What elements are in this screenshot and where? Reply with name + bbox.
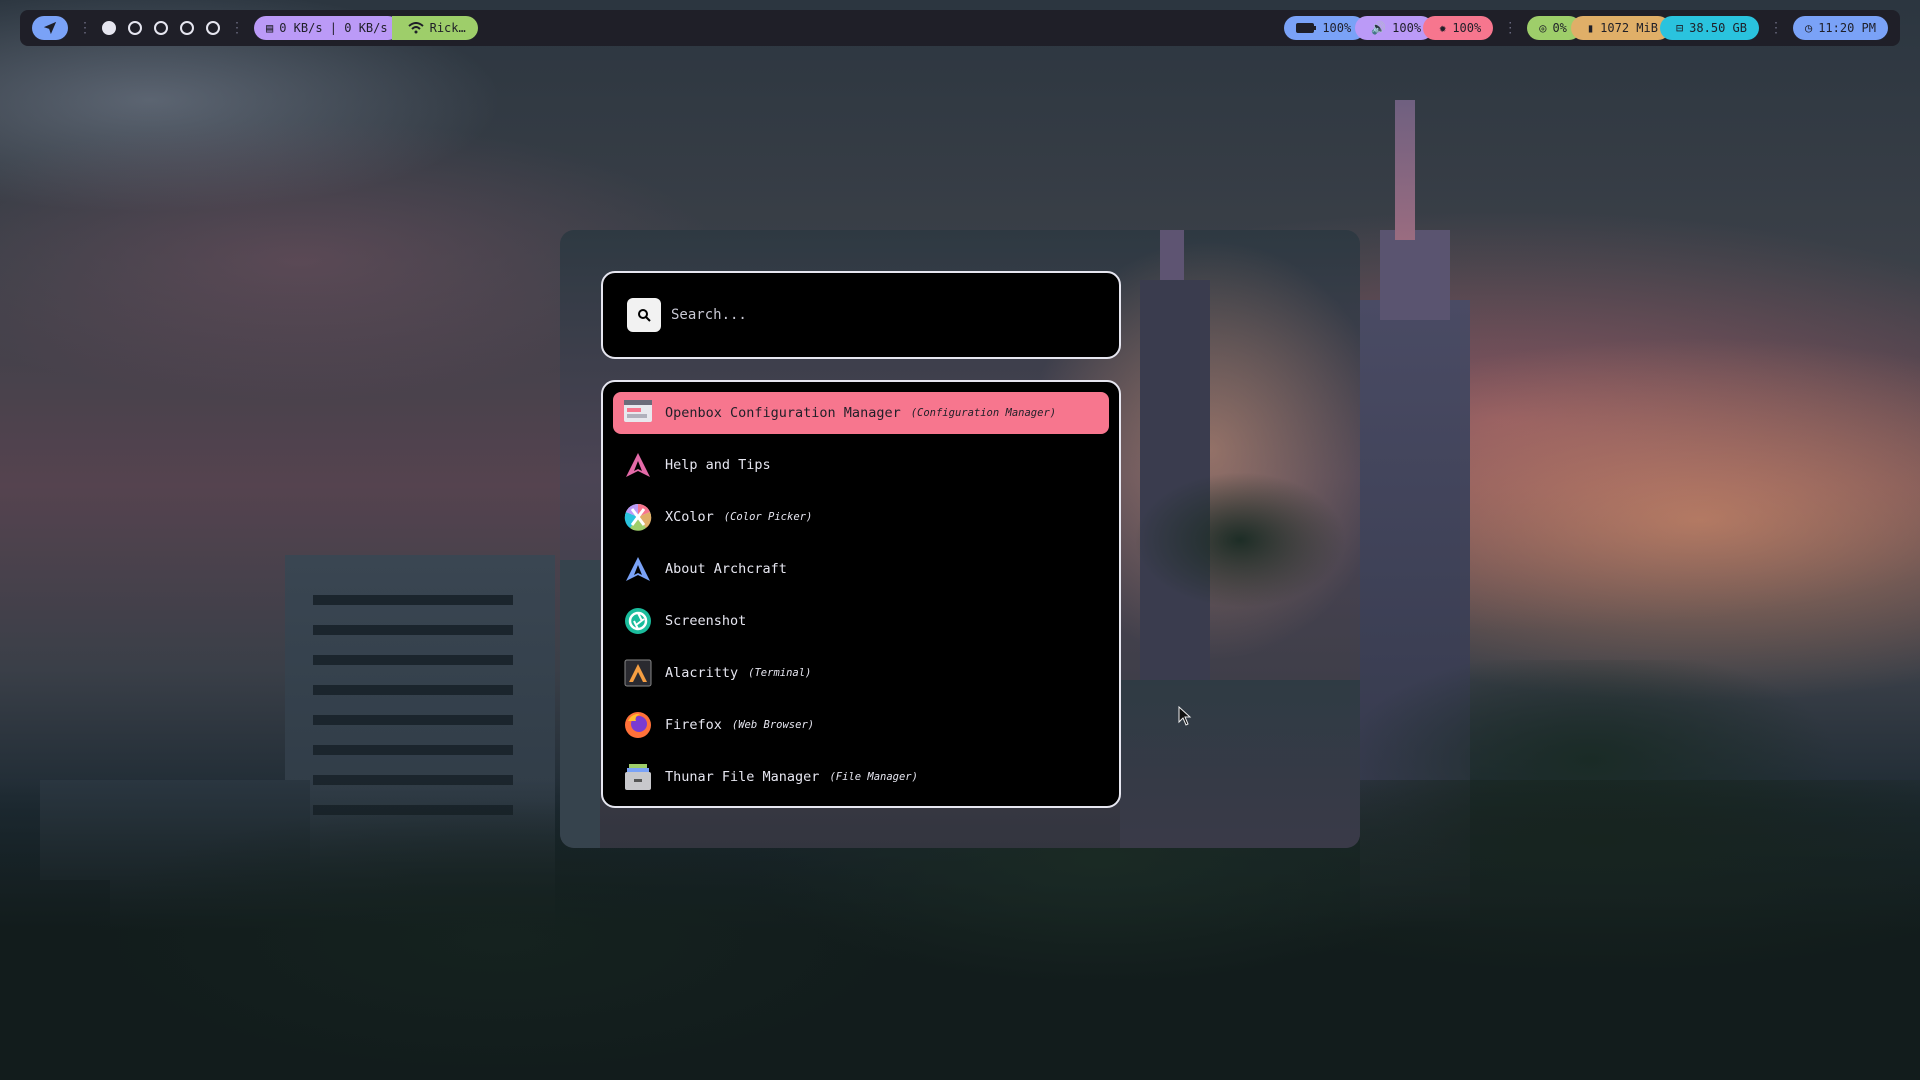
speaker-icon: 🔊 — [1371, 21, 1387, 35]
firefox-icon — [623, 710, 653, 740]
hard-drive-icon: ⊟ — [1675, 21, 1684, 35]
network-speed-module[interactable]: ▤ 0 KB/s | 0 KB/s — [254, 16, 400, 40]
app-name: Help and Tips — [665, 457, 771, 473]
launcher-image-trees — [1120, 470, 1360, 610]
list-item-help-and-tips[interactable]: Help and Tips — [613, 444, 1109, 486]
workspace-switcher — [102, 21, 220, 35]
app-name: Screenshot — [665, 613, 747, 629]
list-item-firefox[interactable]: Firefox (Web Browser) — [613, 704, 1109, 746]
list-item-about-archcraft[interactable]: About Archcraft — [613, 548, 1109, 590]
camera-shutter-icon — [623, 606, 653, 636]
app-description: (File Manager) — [829, 771, 918, 783]
search-input[interactable] — [671, 300, 1091, 330]
app-name: XColor — [665, 509, 714, 525]
battery-icon — [1296, 23, 1317, 33]
server-icon: ▤ — [266, 21, 274, 35]
app-description: (Color Picker) — [723, 511, 813, 523]
app-description: (Configuration Manager) — [910, 407, 1057, 419]
workspace-5[interactable] — [206, 21, 220, 35]
app-description: (Web Browser) — [731, 719, 815, 731]
network-group: ▤ 0 KB/s | 0 KB/s Rick… — [254, 16, 478, 40]
background-tower-mid — [1380, 230, 1450, 320]
app-list: Openbox Configuration Manager (Configura… — [601, 380, 1121, 808]
system-group: ◎ 0% ▮ 1072 MiB ⊟ 38.50 GB — [1527, 16, 1759, 40]
wifi-module[interactable]: Rick… — [391, 16, 478, 40]
app-name: Alacritty — [665, 665, 739, 681]
archcraft-help-icon — [623, 450, 653, 480]
mouse-pointer-icon — [1178, 706, 1192, 726]
app-launcher-window: Openbox Configuration Manager (Configura… — [560, 230, 1360, 848]
app-name: Thunar File Manager — [665, 769, 820, 785]
clock-module[interactable]: ◷ 11:20 PM — [1792, 16, 1888, 40]
workspace-3[interactable] — [154, 21, 168, 35]
memory-module[interactable]: ▮ 1072 MiB — [1570, 16, 1670, 40]
disk-module[interactable]: ⊟ 38.50 GB — [1659, 16, 1759, 40]
app-launcher-button[interactable] — [32, 16, 68, 40]
memory-icon: ▮ — [1586, 21, 1595, 35]
launcher-image-lower — [1120, 680, 1360, 848]
brightness-icon: ✹ — [1439, 21, 1447, 35]
volume-module[interactable]: 🔊 100% — [1355, 16, 1434, 40]
list-item-thunar[interactable]: Thunar File Manager (File Manager) — [613, 756, 1109, 798]
battery-module[interactable]: 100% — [1284, 16, 1366, 40]
app-name: About Archcraft — [665, 561, 787, 577]
top-panel: ⋮ ⋮ ▤ 0 KB/s | 0 KB/s Rick… 100% 🔊 100% … — [20, 10, 1900, 46]
brightness-level: 100% — [1452, 21, 1482, 35]
separator: ⋮ — [230, 20, 244, 36]
file-cabinet-icon — [623, 762, 653, 792]
brightness-module[interactable]: ✹ 100% — [1423, 16, 1494, 40]
list-item-screenshot[interactable]: Screenshot — [613, 600, 1109, 642]
app-description: (Terminal) — [748, 667, 812, 679]
list-item-openbox-config[interactable]: Openbox Configuration Manager (Configura… — [613, 392, 1109, 434]
battery-level: 100% — [1322, 21, 1352, 35]
app-name: Openbox Configuration Manager — [665, 405, 901, 421]
color-picker-icon — [623, 502, 653, 532]
network-speed-text: 0 KB/s | 0 KB/s — [279, 21, 388, 35]
workspace-4[interactable] — [180, 21, 194, 35]
launcher-image-left — [560, 560, 600, 848]
clock-time: 11:20 PM — [1818, 21, 1876, 35]
cpu-icon: ◎ — [1539, 21, 1547, 35]
hardware-group: 100% 🔊 100% ✹ 100% — [1284, 16, 1494, 40]
separator: ⋮ — [78, 20, 92, 36]
volume-level: 100% — [1392, 21, 1422, 35]
background-tower-spire — [1395, 100, 1415, 240]
workspace-2[interactable] — [128, 21, 142, 35]
clock-icon: ◷ — [1804, 21, 1813, 35]
search-icon — [627, 298, 661, 332]
cpu-usage: 0% — [1552, 21, 1567, 35]
disk-usage: 38.50 GB — [1689, 21, 1747, 35]
rocket-icon — [43, 21, 57, 35]
search-box[interactable] — [601, 271, 1121, 359]
memory-usage: 1072 MiB — [1600, 21, 1658, 35]
list-item-xcolor[interactable]: XColor (Color Picker) — [613, 496, 1109, 538]
separator: ⋮ — [1503, 20, 1518, 36]
workspace-1[interactable] — [102, 21, 116, 35]
list-item-alacritty[interactable]: Alacritty (Terminal) — [613, 652, 1109, 694]
terminal-icon — [623, 658, 653, 688]
app-name: Firefox — [665, 717, 722, 733]
wifi-ssid: Rick… — [429, 21, 466, 35]
separator: ⋮ — [1768, 20, 1783, 36]
wifi-icon — [407, 22, 424, 34]
archcraft-icon — [623, 554, 653, 584]
window-config-icon — [623, 398, 653, 428]
